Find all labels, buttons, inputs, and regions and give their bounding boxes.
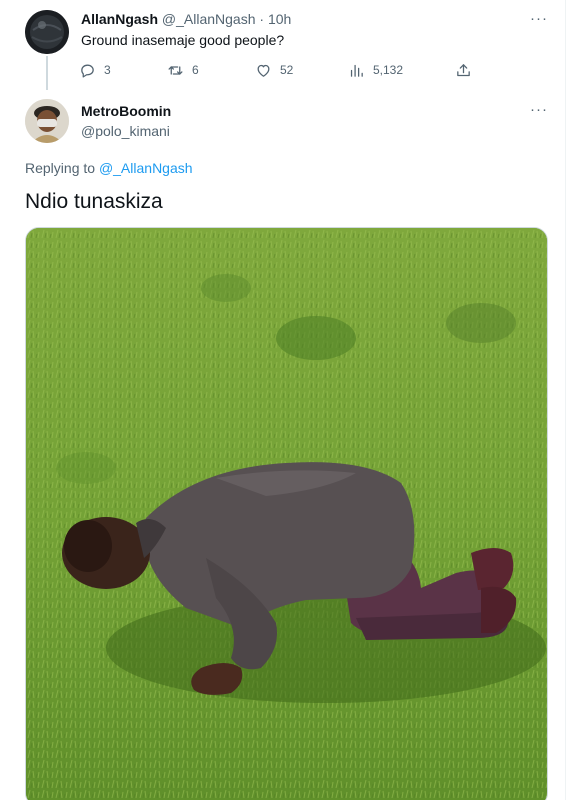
tweet-photo[interactable] [25,227,548,800]
reply-more-options-icon[interactable]: ··· [530,101,548,118]
reply-avatar-image [25,99,69,143]
views-button[interactable]: 5,132 [348,60,403,80]
replying-to: Replying to @_AllanNgash [25,160,193,176]
timeline-frame: AllanNgash @_AllanNgash · 10h ··· Ground… [0,0,566,800]
tweet-time[interactable]: 10h [268,11,291,27]
share-button[interactable] [455,60,472,80]
reply-text: Ndio tunaskiza [25,190,163,213]
like-count: 52 [280,63,294,77]
avatar-image [25,10,69,54]
like-icon [257,64,270,77]
share-icon [457,63,470,76]
retweet-button[interactable]: 6 [167,60,199,80]
more-options-icon[interactable]: ··· [530,10,548,27]
reply-author-name[interactable]: MetroBoomin [81,103,171,119]
views-count: 5,132 [373,63,404,77]
tweet-text: Ground inasemaje good people? [81,32,285,48]
like-button[interactable]: 52 [255,60,293,80]
reply-author-handle[interactable]: @polo_kimani [81,123,170,139]
replying-prefix: Replying to [25,160,96,176]
author-handle[interactable]: @_AllanNgash [162,11,256,27]
avatar[interactable] [25,10,69,54]
reply-icon [81,64,94,78]
thread-line [46,56,48,90]
tweet-header: AllanNgash @_AllanNgash · 10h [81,11,291,27]
retweet-count: 6 [192,63,199,77]
parent-tweet[interactable]: AllanNgash @_AllanNgash · 10h ··· Ground… [0,0,566,92]
reply-avatar[interactable] [25,99,69,143]
replying-to-link[interactable]: @_AllanNgash [99,160,193,176]
retweet-icon [168,65,183,75]
author-name[interactable]: AllanNgash [81,11,158,27]
photo-man-kneeling-on-grass [26,228,547,800]
reply-button[interactable]: 3 [79,60,111,80]
reply-count: 3 [104,63,111,77]
separator-dot: · [259,11,265,27]
tweet-actions: 3 6 52 5,132 [79,60,479,80]
views-icon [350,64,363,77]
